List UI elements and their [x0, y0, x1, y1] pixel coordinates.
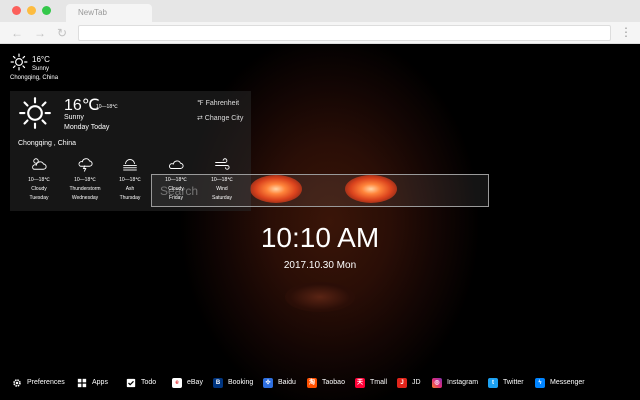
search-box[interactable] [151, 174, 489, 207]
change-city-link[interactable]: ⇄ Change City [197, 114, 243, 122]
clock-time: 10:10 AM [260, 222, 380, 253]
sun-icon [19, 97, 51, 129]
dock-label: Preferences [27, 379, 65, 386]
gear-icon [13, 379, 21, 387]
ebay-icon: e [172, 378, 182, 388]
forward-arrow-icon[interactable]: → [34, 26, 46, 40]
cloudy-sun-icon [32, 158, 47, 170]
booking-icon: B [213, 378, 223, 388]
minimize-window-button[interactable] [27, 6, 36, 15]
taobao-icon: 淘 [307, 378, 317, 388]
newtab-page: 16°C Sunny Chongqing, China 16℃ 10—18℃ S… [0, 44, 640, 400]
twitter-icon: t [488, 378, 498, 388]
dock-label: eBay [187, 379, 203, 386]
mini-weather-condition: Sunny [32, 66, 50, 72]
back-arrow-icon[interactable]: ← [11, 26, 23, 40]
ash-icon [123, 159, 137, 171]
dock-label: Booking [228, 379, 254, 386]
wallpaper-mouth [285, 282, 355, 312]
mini-weather-location: Chongqing, China [10, 75, 59, 81]
forecast-weekday: Thursday [119, 195, 141, 201]
browser-menu-icon[interactable]: ⋮ [620, 25, 632, 39]
dock-label: Baidu [278, 379, 296, 386]
forecast-day: 10—18℃ Cloudy Tuesday [17, 156, 61, 201]
checkbox-icon [126, 378, 136, 388]
dock-label: Messenger [550, 379, 585, 386]
maximize-window-button[interactable] [42, 6, 51, 15]
instagram-icon: ◎ [432, 378, 442, 388]
browser-tab-strip: NewTab [0, 0, 640, 22]
clock-date: 2017.10.30 Mon [283, 260, 357, 271]
cloud-icon [169, 160, 184, 169]
current-temperature: 16℃ [64, 97, 100, 114]
forecast-weekday: Tuesday [29, 195, 49, 201]
dock-label: Taobao [322, 379, 345, 386]
baidu-icon: ✣ [263, 378, 273, 388]
thunderstorm-icon [78, 158, 93, 172]
forecast-condition: Ash [125, 186, 135, 192]
bottom-dock: Preferences Apps Todo e eBay B Booking ✣ [0, 376, 640, 390]
browser-tab[interactable]: NewTab [66, 4, 152, 22]
dock-label: Twitter [503, 379, 524, 386]
forecast-range: 10—18℃ [74, 177, 96, 183]
address-bar[interactable] [78, 25, 611, 41]
forecast-range: 10—18℃ [28, 177, 50, 183]
mini-weather-temp: 16°C [32, 55, 50, 64]
messenger-icon: ϟ [535, 378, 545, 388]
jd-icon: J [397, 378, 407, 388]
weather-location: Chongqing , China [18, 140, 76, 147]
browser-toolbar: ← → ↻ ⋮ [0, 22, 640, 44]
current-condition: Sunny [64, 114, 84, 121]
close-window-button[interactable] [12, 6, 21, 15]
dock-label: Todo [141, 379, 157, 386]
wind-icon [215, 158, 230, 170]
sun-icon [10, 53, 28, 71]
forecast-condition: Cloudy [31, 186, 47, 192]
tmall-icon: 天 [355, 378, 365, 388]
forecast-condition: Thunderstorm [69, 186, 101, 192]
current-day: Monday Today [64, 124, 110, 131]
forecast-day: 10—18℃ Ash Thursday [108, 156, 152, 201]
dock-label: JD [412, 379, 421, 386]
tab-title: NewTab [78, 8, 107, 17]
dock-label: Tmall [370, 379, 388, 386]
dock-label: Apps [92, 379, 108, 386]
forecast-day: 10—18℃ Thunderstorm Wednesday [63, 156, 107, 201]
fahrenheit-toggle[interactable]: ℉ Fahrenheit [197, 99, 239, 107]
forecast-range: 10—18℃ [119, 177, 141, 183]
grid-icon [77, 378, 87, 388]
forecast-weekday: Wednesday [71, 195, 99, 201]
dock-label: Instagram [447, 379, 479, 386]
reload-icon[interactable]: ↻ [57, 26, 67, 40]
temperature-range: 10—18℃ [96, 104, 118, 110]
search-input[interactable] [160, 182, 480, 200]
